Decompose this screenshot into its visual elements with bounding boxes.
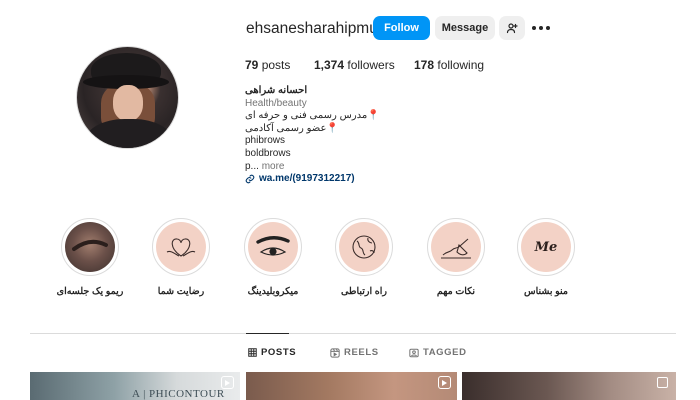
highlight-label: منو بشناس (524, 286, 568, 297)
tab-label: POSTS (261, 347, 297, 358)
highlight-label: رضایت شما (157, 286, 205, 297)
heart-hands-icon (156, 222, 206, 272)
avatar-coat (85, 119, 173, 148)
followers-stat[interactable]: 1,374 followers (314, 58, 395, 72)
bio-truncated-text: p... (245, 160, 259, 172)
eyebrow-photo-icon (65, 222, 115, 272)
me-text-icon: Me (521, 222, 571, 272)
reel-icon (221, 376, 234, 389)
more-options-icon[interactable] (531, 18, 551, 38)
bio-line: 📍عضو رسمی آکادمی (245, 122, 339, 134)
tabs-divider (30, 333, 676, 334)
profile-bio: احسانه شراهی Health/beauty 📍مدرس رسمی فن… (245, 85, 380, 186)
avatar-face (113, 85, 143, 121)
followers-count: 1,374 (314, 58, 345, 72)
highlight-label: ریمو یک جلسه‌ای (56, 286, 124, 297)
follow-button[interactable]: Follow (373, 16, 430, 40)
message-button[interactable]: Message (435, 16, 495, 40)
highlight-item[interactable]: میکروبلیدینگ (243, 218, 303, 297)
bio-line: phibrows (245, 135, 286, 147)
globe-icon (339, 222, 389, 272)
profile-username: ehsanesharahipmu (246, 20, 378, 37)
eyebrow-icon (72, 239, 108, 251)
tab-label: REELS (344, 347, 379, 358)
highlight-label: میکروبلیدینگ (247, 286, 299, 297)
tab-posts[interactable]: POSTS (248, 347, 296, 358)
followers-label: followers (347, 58, 395, 72)
highlight-me-text: Me (534, 239, 558, 255)
post-thumbnail[interactable] (462, 372, 676, 400)
tab-reels[interactable]: REELS (330, 347, 379, 358)
posts-stat: 79 posts (245, 58, 290, 72)
active-tab-indicator (246, 333, 289, 334)
grid-icon (248, 348, 257, 357)
link-icon (245, 175, 255, 184)
post-thumbnail[interactable] (246, 372, 457, 400)
tab-label: TAGGED (423, 347, 467, 358)
add-user-icon (506, 23, 518, 34)
writing-hand-icon (431, 222, 481, 272)
tag-icon (409, 348, 419, 357)
highlight-item[interactable]: Me منو بشناس (516, 218, 576, 297)
bio-line: boldbrows (245, 147, 291, 159)
following-stat[interactable]: 178 following (414, 58, 484, 72)
following-label: following (437, 58, 485, 72)
bio-more-link[interactable]: more (262, 161, 285, 172)
post-overlay-text: A | PHICONTOUR (132, 388, 225, 400)
bio-external-link[interactable]: wa.me/(9197312217) (245, 173, 380, 186)
profile-full-name: احسانه شراهی (245, 85, 308, 96)
tab-tagged[interactable]: TAGGED (409, 347, 467, 358)
highlight-item[interactable]: ریمو یک جلسه‌ای (57, 218, 123, 297)
highlight-item[interactable]: راه ارتباطی (334, 218, 394, 297)
reel-icon (438, 376, 451, 389)
highlight-label: راه ارتباطی (341, 286, 387, 297)
highlight-item[interactable]: نکات مهم (426, 218, 486, 297)
profile-category: Health/beauty (245, 97, 307, 109)
highlight-item[interactable]: رضایت شما (151, 218, 211, 297)
post-thumbnail[interactable]: A | PHICONTOUR (30, 372, 240, 400)
profile-avatar[interactable] (76, 46, 179, 149)
suggest-user-button[interactable] (499, 16, 525, 40)
highlight-label: نکات مهم (436, 286, 476, 297)
following-count: 178 (414, 58, 435, 72)
eye-brow-icon (248, 222, 298, 272)
carousel-icon (657, 377, 668, 388)
bio-line: 📍مدرس رسمی فنی و حرفه ای (245, 110, 380, 122)
posts-count: 79 (245, 58, 259, 72)
bio-link-text: wa.me/(9197312217) (259, 173, 355, 185)
posts-label: posts (261, 58, 291, 72)
reels-icon (330, 347, 340, 358)
